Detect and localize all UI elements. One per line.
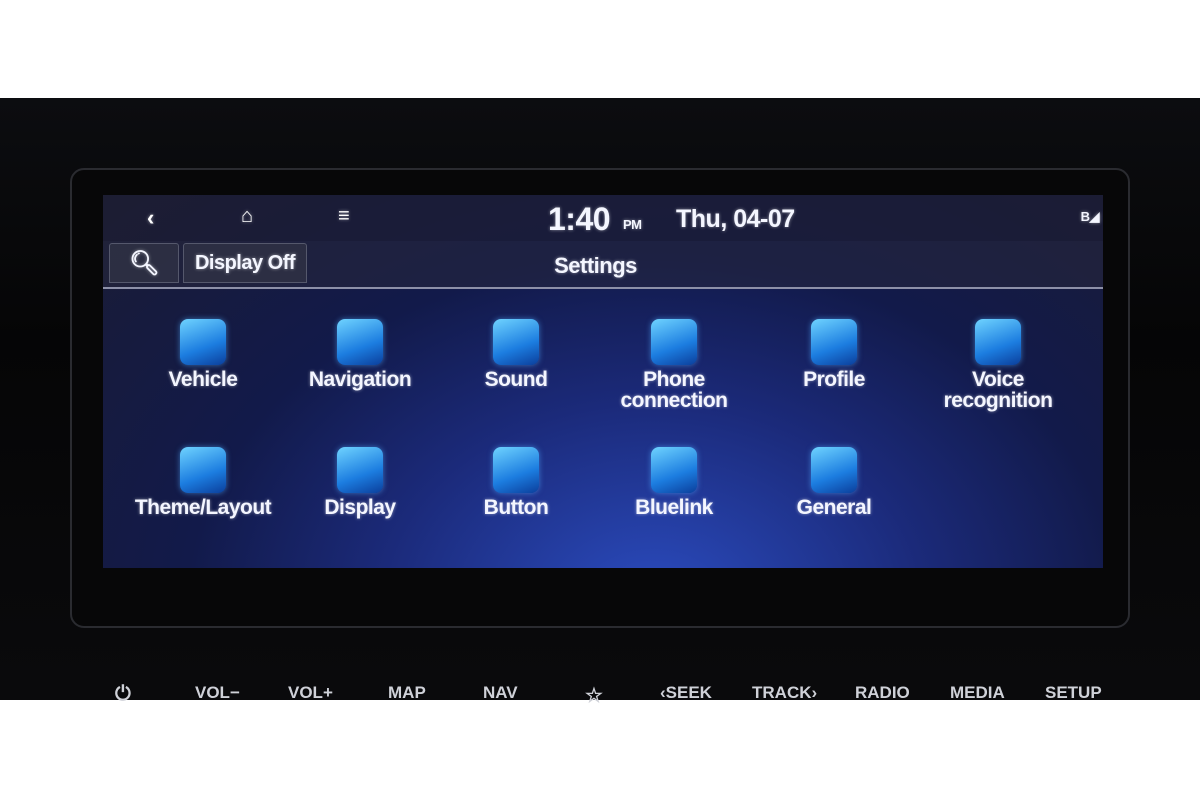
hardkey-button[interactable]: ‹SEEK: [660, 683, 712, 703]
settings-item-bluelink[interactable]: Bluelink: [599, 447, 749, 518]
settings-item-phone-connection[interactable]: Phone connection: [599, 319, 749, 411]
settings-item-label: Sound: [484, 368, 548, 391]
settings-item-label: General: [796, 496, 872, 519]
hardkey-button[interactable]: VOL+: [288, 683, 333, 703]
status-bar: ‹ ⌂ ≡ 1:40 PM Thu, 04-07 B◢: [103, 195, 1103, 241]
page-title: Settings: [554, 253, 637, 278]
settings-item-voice-recognition[interactable]: Voice recognition: [923, 319, 1073, 411]
hardkey-button[interactable]: RADIO: [855, 683, 910, 703]
clock-time: 1:40: [548, 201, 611, 237]
settings-item-label: Phone connection: [620, 368, 728, 412]
settings-item-label: Vehicle: [168, 368, 238, 391]
button-hand-icon: [493, 447, 539, 493]
clock-ampm: PM: [623, 217, 642, 232]
theme-icon: [180, 447, 226, 493]
settings-item-theme-layout[interactable]: Theme/Layout: [128, 447, 278, 518]
settings-item-label: Profile: [803, 368, 865, 391]
gear-icon: [811, 447, 857, 493]
navigation-icon: [337, 319, 383, 365]
hardkey-button[interactable]: VOL−: [195, 683, 240, 703]
settings-item-label: Voice recognition: [943, 368, 1053, 412]
settings-item-display[interactable]: Display: [285, 447, 435, 518]
settings-item-navigation[interactable]: Navigation: [285, 319, 435, 390]
hardkey-button[interactable]: TRACK›: [752, 683, 817, 703]
title-bar: 🔍︎ Display Off Settings: [103, 241, 1103, 289]
star-icon[interactable]: ☆: [585, 683, 603, 708]
clock-date: Thu, 04-07: [676, 205, 795, 233]
power-icon[interactable]: ⏻: [115, 683, 131, 706]
microphone-icon: [975, 319, 1021, 365]
settings-item-button[interactable]: Button: [441, 447, 591, 518]
back-icon[interactable]: ‹: [147, 205, 154, 231]
hardkey-button[interactable]: SETUP: [1045, 683, 1102, 703]
settings-item-label: Theme/Layout: [134, 496, 272, 519]
settings-item-label: Display: [324, 496, 396, 519]
settings-item-label: Button: [483, 496, 549, 519]
settings-item-profile[interactable]: Profile: [759, 319, 909, 390]
speaker-icon: [493, 319, 539, 365]
hardkey-button[interactable]: NAV: [483, 683, 518, 703]
hardkey-button[interactable]: MEDIA: [950, 683, 1005, 703]
phone-bluetooth-icon: [651, 319, 697, 365]
profile-card-icon: [811, 319, 857, 365]
bluetooth-signal-icon: B◢: [1080, 209, 1100, 224]
display-icon: [337, 447, 383, 493]
menu-icon[interactable]: ≡: [338, 205, 350, 228]
settings-item-general[interactable]: General: [759, 447, 909, 518]
settings-item-sound[interactable]: Sound: [441, 319, 591, 390]
settings-item-vehicle[interactable]: Vehicle: [128, 319, 278, 390]
bluelink-icon: [651, 447, 697, 493]
car-gear-icon: [180, 319, 226, 365]
infotainment-screen: ‹ ⌂ ≡ 1:40 PM Thu, 04-07 B◢ 🔍︎ Display O…: [103, 195, 1103, 568]
settings-item-label: Bluelink: [635, 496, 713, 519]
hardkey-button[interactable]: MAP: [388, 683, 426, 703]
settings-item-label: Navigation: [308, 368, 412, 391]
home-icon[interactable]: ⌂: [241, 205, 253, 228]
